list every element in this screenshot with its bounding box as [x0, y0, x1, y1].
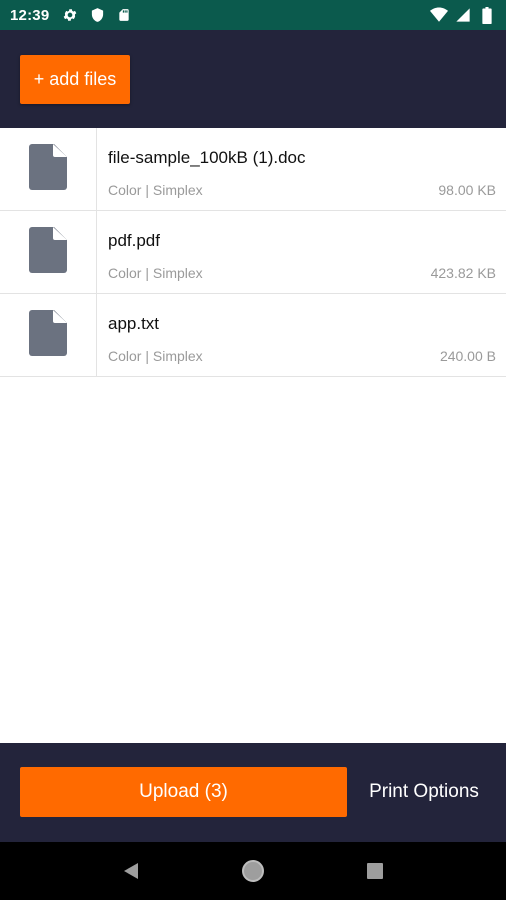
sd-card-icon	[115, 6, 133, 24]
file-print-settings: Color | Simplex	[108, 182, 203, 198]
home-icon[interactable]	[233, 851, 273, 891]
file-name: pdf.pdf	[108, 231, 160, 250]
app-header: + add files	[0, 30, 506, 128]
screen: 12:39 + add files file-sample_100kB (1).…	[0, 0, 506, 900]
status-bar: 12:39	[0, 0, 506, 30]
bottom-action-bar: Upload (3) Print Options	[0, 743, 506, 842]
back-icon[interactable]	[111, 851, 151, 891]
print-options-button[interactable]: Print Options	[356, 767, 492, 817]
file-icon	[29, 226, 67, 278]
upload-button[interactable]: Upload (3)	[20, 767, 347, 817]
file-row[interactable]: app.txt Color | Simplex 240.00 B	[0, 294, 506, 377]
file-name: app.txt	[108, 314, 160, 333]
file-icon-cell	[0, 128, 97, 210]
gear-icon	[61, 6, 79, 24]
file-icon	[29, 309, 67, 361]
recents-icon[interactable]	[355, 851, 395, 891]
file-icon-cell	[0, 294, 97, 376]
file-icon	[29, 143, 67, 195]
shield-icon	[88, 6, 106, 24]
file-size: 240.00 B	[439, 348, 496, 364]
file-list: file-sample_100kB (1).doc Color | Simple…	[0, 128, 506, 377]
status-right-icons	[430, 6, 496, 24]
file-row[interactable]: file-sample_100kB (1).doc Color | Simple…	[0, 128, 506, 211]
file-row[interactable]: pdf.pdf Color | Simplex 423.82 KB	[0, 211, 506, 294]
signal-icon	[454, 6, 472, 24]
file-name: file-sample_100kB (1).doc	[108, 148, 306, 167]
file-print-settings: Color | Simplex	[108, 348, 203, 364]
file-icon-cell	[0, 211, 97, 293]
wifi-icon	[430, 6, 448, 24]
battery-icon	[478, 6, 496, 24]
file-size: 98.00 KB	[438, 182, 496, 198]
add-files-button[interactable]: + add files	[20, 55, 130, 104]
file-size: 423.82 KB	[430, 265, 496, 281]
navigation-bar	[0, 842, 506, 900]
status-time: 12:39	[10, 6, 50, 24]
file-print-settings: Color | Simplex	[108, 265, 203, 281]
status-left-icons	[61, 6, 133, 24]
